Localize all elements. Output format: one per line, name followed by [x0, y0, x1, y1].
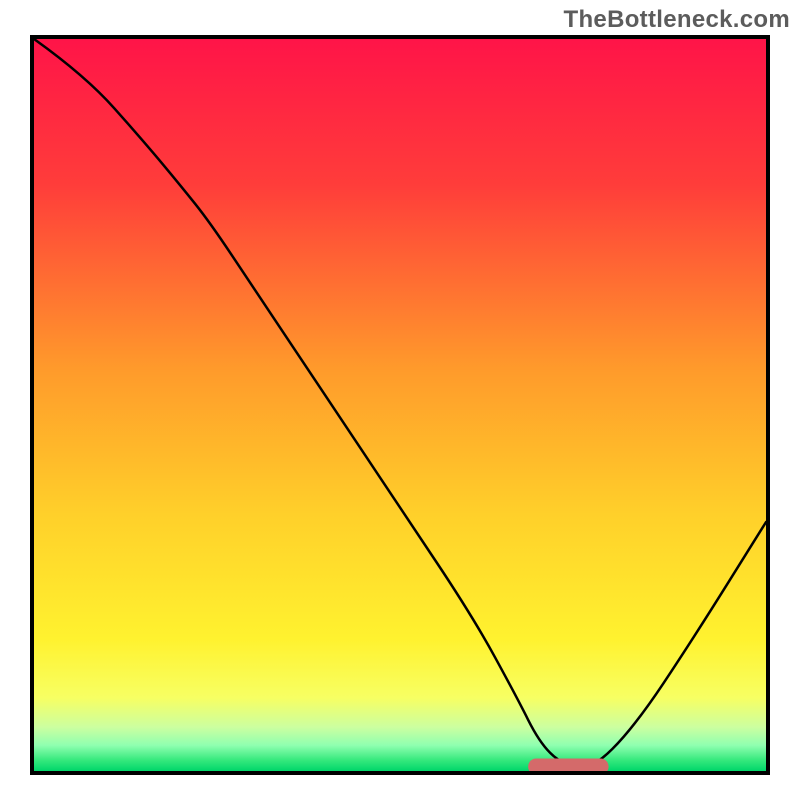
plot-frame: [30, 35, 770, 775]
chart-container: TheBottleneck.com: [0, 0, 800, 800]
plot-overlay: [34, 39, 766, 771]
optimal-marker: [528, 759, 609, 771]
watermark-text: TheBottleneck.com: [564, 6, 790, 34]
plot-area: [34, 39, 766, 771]
bottleneck-curve: [34, 39, 766, 768]
